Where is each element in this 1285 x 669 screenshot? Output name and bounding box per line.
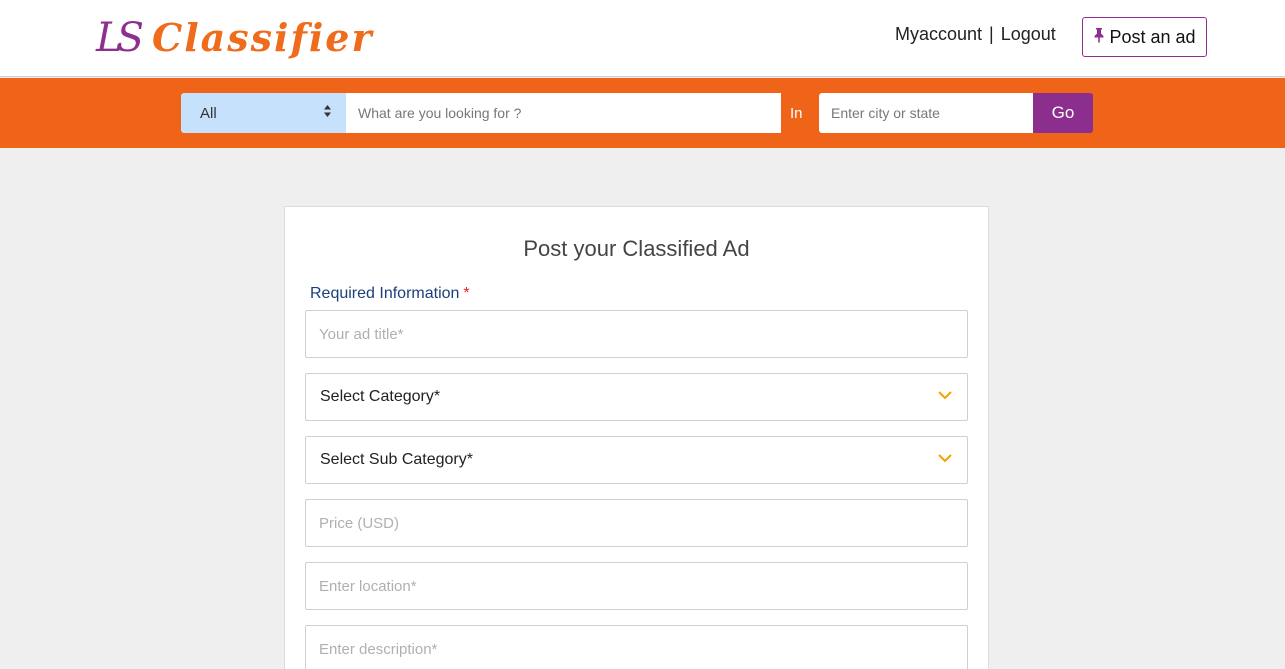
pushpin-icon <box>1093 27 1105 48</box>
required-star: * <box>463 285 470 302</box>
logout-link[interactable]: Logout <box>1001 24 1056 45</box>
go-button[interactable]: Go <box>1033 93 1093 133</box>
search-bar: All In Go <box>0 78 1285 148</box>
ad-title-input[interactable] <box>305 310 968 358</box>
description-input[interactable] <box>305 625 968 669</box>
logo-text: Classifier <box>151 15 374 60</box>
in-label: In <box>790 105 803 122</box>
category-dropdown[interactable]: Select Category* <box>305 373 968 421</box>
form-title: Post your Classified Ad <box>523 236 750 261</box>
required-info-label: Required Information <box>310 285 460 302</box>
account-links: Myaccount | Logout <box>895 24 1056 45</box>
post-ad-form: Post your Classified Ad Required Informa… <box>284 206 989 669</box>
required-info-heading: Required Information * <box>310 285 470 303</box>
location-input[interactable] <box>305 562 968 610</box>
select-arrows-icon <box>323 104 332 118</box>
city-input[interactable] <box>819 93 1033 133</box>
category-select[interactable]: All <box>181 93 346 133</box>
sub-category-dropdown[interactable]: Select Sub Category* <box>305 436 968 484</box>
link-separator: | <box>989 24 994 44</box>
site-header: LS Classifier Myaccount | Logout Post an… <box>0 0 1285 77</box>
price-input[interactable] <box>305 499 968 547</box>
post-ad-label: Post an ad <box>1109 26 1196 47</box>
category-dropdown-value: Select Category* <box>320 388 441 405</box>
search-input[interactable] <box>346 93 781 133</box>
my-account-link[interactable]: Myaccount <box>895 24 982 45</box>
category-select-value: All <box>200 104 217 122</box>
post-ad-button[interactable]: Post an ad <box>1082 17 1207 57</box>
site-logo[interactable]: LS Classifier <box>96 12 373 64</box>
chevron-down-icon <box>938 454 952 463</box>
chevron-down-icon <box>938 391 952 400</box>
sub-category-dropdown-value: Select Sub Category* <box>320 451 473 468</box>
logo-mark: LS <box>96 15 144 61</box>
